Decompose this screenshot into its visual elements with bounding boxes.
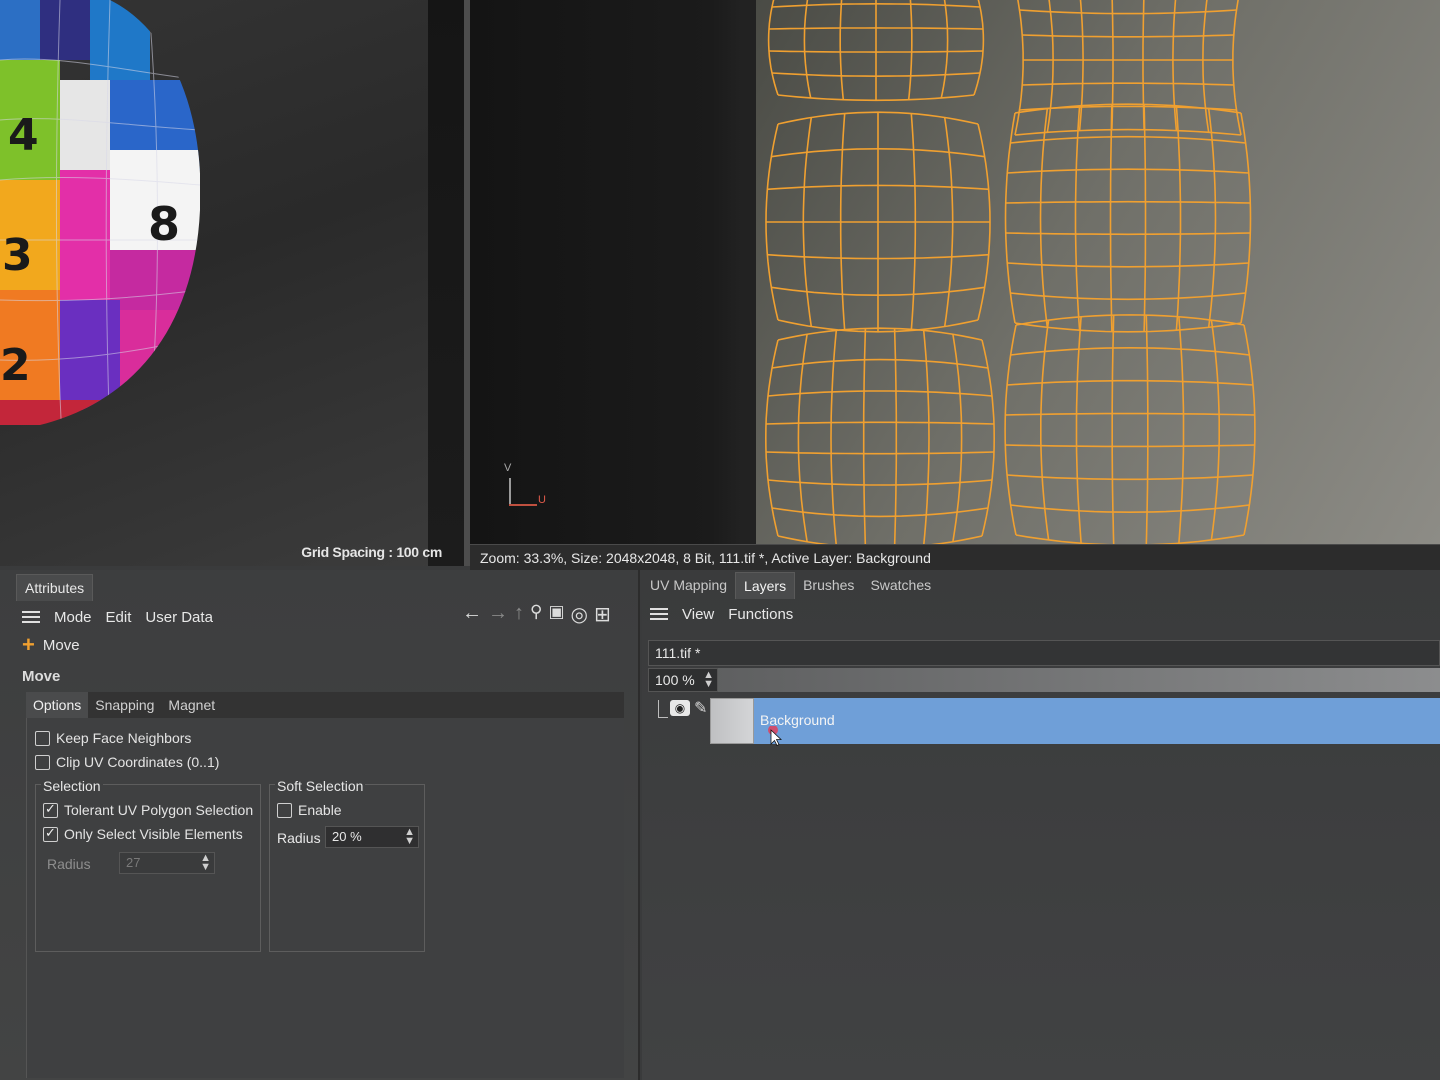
pencil-icon[interactable]: ✎: [694, 698, 707, 718]
attributes-toolbar: ← → ↑ ⚲ ▣ ◎ ⊞: [462, 602, 611, 627]
grid-spacing-label: Grid Spacing : 100 cm: [301, 544, 442, 560]
axis-u-label: U: [538, 494, 546, 506]
tab-options[interactable]: Options: [26, 692, 89, 718]
selection-radius-value: 27: [126, 855, 141, 870]
keep-face-neighbors-label: Keep Face Neighbors: [56, 730, 192, 746]
lock-icon[interactable]: ▣: [548, 602, 564, 627]
menu-mode[interactable]: Mode: [54, 609, 92, 626]
eye-icon[interactable]: ◉: [670, 700, 690, 716]
texture-file-name[interactable]: 111.tif *: [648, 640, 1440, 666]
tool-heading: Move: [22, 668, 61, 685]
uv-status-bar: Zoom: 33.3%, Size: 2048x2048, 8 Bit, 111…: [470, 544, 1440, 570]
spin-arrows-icon[interactable]: ▲ ▼: [404, 827, 415, 847]
layer-row-background[interactable]: ◉ ✎ Background: [648, 696, 1440, 746]
target-icon[interactable]: ◎: [571, 602, 588, 627]
soft-radius-label: Radius: [277, 830, 321, 846]
menu-user-data[interactable]: User Data: [145, 609, 213, 626]
tab-magnet[interactable]: Magnet: [161, 692, 222, 718]
hamburger-menu-icon[interactable]: [650, 607, 668, 621]
viewport-edge-strip: [428, 0, 464, 566]
active-tool-name: Move: [42, 636, 80, 654]
uv-island-2: [765, 111, 991, 333]
uv-island-4: [1014, 0, 1242, 136]
uv-mesh-overlay: [764, 0, 1256, 544]
sphere-label-8: 8: [148, 197, 180, 251]
tab-attributes[interactable]: Attributes: [16, 574, 94, 601]
tool-subtabs: Options Snapping Magnet: [26, 692, 624, 718]
move-tool-icon: +: [22, 632, 35, 657]
soft-enable-label: Enable: [298, 802, 342, 818]
soft-selection-group-title: Soft Selection: [275, 778, 366, 794]
sphere-label-3: 3: [2, 230, 33, 281]
uv-viewport[interactable]: V U: [470, 0, 1440, 544]
axis-u-line: [509, 504, 537, 506]
tolerant-selection-checkbox[interactable]: [43, 801, 58, 818]
only-visible-row[interactable]: Only Select Visible Elements: [43, 825, 243, 842]
uv-island-6: [1004, 314, 1256, 544]
uv-island-1: [767, 0, 985, 102]
tolerant-selection-row[interactable]: Tolerant UV Polygon Selection: [43, 801, 254, 818]
opacity-slider[interactable]: 100 % ▲ ▼: [648, 668, 1440, 692]
up-arrow-icon[interactable]: ↑: [514, 602, 524, 627]
uv-island-3: [764, 327, 996, 544]
soft-radius-value: 20 %: [332, 829, 362, 844]
only-visible-checkbox[interactable]: [43, 825, 58, 842]
clip-uv-checkbox[interactable]: [35, 754, 50, 770]
options-body: Keep Face Neighbors Clip UV Coordinates …: [26, 718, 624, 1078]
hamburger-menu-icon[interactable]: [22, 610, 40, 624]
opacity-value: 100 %: [655, 672, 695, 688]
tree-connector: [658, 700, 668, 718]
keep-face-neighbors-row[interactable]: Keep Face Neighbors: [35, 730, 191, 746]
attributes-panel: Attributes Mode Edit User Data ← → ↑ ⚲ ▣…: [0, 570, 640, 1080]
texture-panel-tabs: UV Mapping Layers Brushes Swatches: [642, 572, 939, 599]
axis-v-label: V: [504, 462, 512, 474]
tab-swatches[interactable]: Swatches: [862, 572, 939, 599]
opacity-field[interactable]: 100 % ▲ ▼: [648, 668, 718, 692]
tab-layers[interactable]: Layers: [735, 572, 796, 599]
forward-arrow-icon[interactable]: →: [488, 602, 508, 627]
mouse-cursor-icon: [768, 726, 782, 746]
search-icon[interactable]: ⚲: [530, 602, 542, 627]
sphere-label-2: 2: [0, 340, 31, 391]
soft-enable-checkbox[interactable]: [277, 802, 292, 818]
tolerant-selection-label: Tolerant UV Polygon Selection: [64, 802, 254, 818]
textured-sphere: 4 8 3 2: [0, 0, 201, 425]
selection-group-title: Selection: [41, 778, 103, 794]
active-tool-row: + Move: [22, 632, 80, 657]
keep-face-neighbors-checkbox[interactable]: [35, 730, 50, 746]
tab-brushes[interactable]: Brushes: [795, 572, 862, 599]
layers-panel: UV Mapping Layers Brushes Swatches View …: [642, 570, 1440, 1080]
tab-uv-mapping[interactable]: UV Mapping: [642, 572, 735, 599]
tab-snapping[interactable]: Snapping: [88, 692, 161, 718]
soft-enable-row[interactable]: Enable: [277, 802, 342, 818]
selection-radius-field: 27 ▲ ▼: [119, 852, 215, 874]
sphere-label-4: 4: [8, 110, 39, 161]
menu-functions[interactable]: Functions: [728, 606, 793, 623]
axis-v-line: [509, 478, 511, 506]
selection-radius-label: Radius: [47, 856, 91, 872]
menu-view[interactable]: View: [682, 606, 714, 623]
back-arrow-icon[interactable]: ←: [462, 602, 482, 627]
menu-edit[interactable]: Edit: [106, 609, 132, 626]
clip-uv-row[interactable]: Clip UV Coordinates (0..1): [35, 754, 219, 770]
new-panel-icon[interactable]: ⊞: [594, 602, 611, 627]
clip-uv-label: Clip UV Coordinates (0..1): [56, 754, 220, 770]
attributes-menubar: Mode Edit User Data: [22, 604, 213, 630]
spin-arrows-icon[interactable]: ▲ ▼: [703, 670, 714, 690]
spin-arrows-icon: ▲ ▼: [200, 852, 211, 873]
only-visible-label: Only Select Visible Elements: [64, 826, 243, 842]
soft-radius-field[interactable]: 20 % ▲ ▼: [325, 826, 419, 848]
layer-thumbnail[interactable]: [710, 698, 754, 744]
uv-island-5: [1004, 103, 1252, 333]
viewport-3d[interactable]: 4 8 3 2 Grid Spacing : 100 cm: [0, 0, 464, 566]
layers-menubar: View Functions: [650, 602, 793, 626]
